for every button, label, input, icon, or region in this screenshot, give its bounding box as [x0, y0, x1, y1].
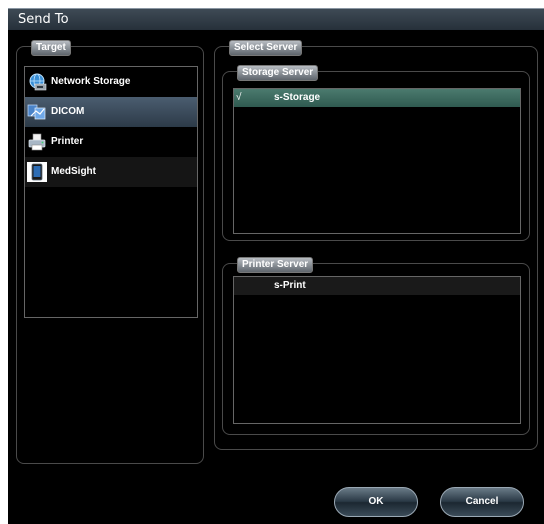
target-legend: Target [31, 40, 71, 56]
server-row-s-storage[interactable]: √ s-Storage [234, 89, 520, 107]
storage-server-list: √ s-Storage [233, 88, 521, 234]
target-item-medsight[interactable]: MedSight [25, 157, 197, 187]
tablet-icon [27, 162, 47, 182]
target-item-label: DICOM [51, 106, 85, 117]
target-item-dicom[interactable]: DICOM [25, 97, 197, 127]
cancel-button[interactable]: Cancel [440, 487, 524, 517]
send-to-dialog: Send To Target Network Storage DICOM Pri… [8, 8, 544, 524]
target-item-label: MedSight [51, 166, 96, 177]
printer-server-list: s-Print [233, 276, 521, 424]
printer-server-legend: Printer Server [237, 257, 314, 273]
server-name: s-Storage [274, 92, 321, 103]
printer-icon [28, 133, 46, 151]
target-group: Target Network Storage DICOM Printer Med… [16, 40, 204, 464]
title-bar[interactable]: Send To [8, 8, 544, 30]
target-item-printer[interactable]: Printer [25, 127, 197, 157]
dicom-icon [27, 104, 46, 120]
target-list: Network Storage DICOM Printer MedSight [24, 66, 198, 318]
server-row-s-print[interactable]: s-Print [234, 277, 520, 295]
target-item-network-storage[interactable]: Network Storage [25, 67, 197, 97]
network-storage-icon [29, 73, 47, 91]
select-server-group: Select Server Storage Server √ s-Storage… [214, 40, 538, 450]
target-item-label: Network Storage [51, 76, 131, 87]
ok-button[interactable]: OK [334, 487, 418, 517]
checkmark-icon: √ [236, 92, 242, 103]
printer-server-group: Printer Server s-Print [222, 257, 530, 435]
storage-server-group: Storage Server √ s-Storage [222, 65, 530, 241]
target-item-label: Printer [51, 136, 84, 147]
storage-server-legend: Storage Server [237, 65, 319, 81]
dialog-title: Send To [18, 12, 69, 27]
server-name: s-Print [274, 280, 306, 291]
select-server-legend: Select Server [229, 40, 303, 56]
